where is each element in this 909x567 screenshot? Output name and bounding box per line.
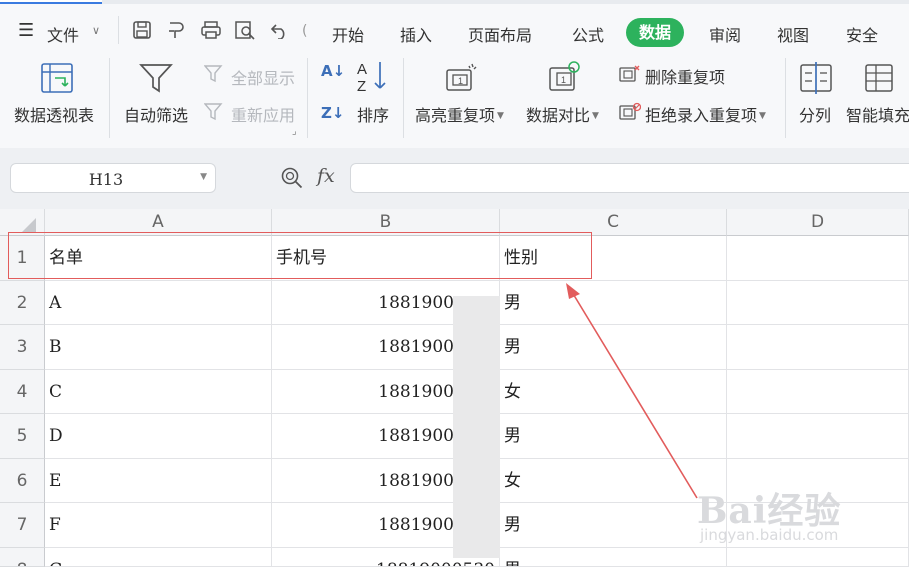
table-cell[interactable] <box>727 236 909 281</box>
ribbon-divider <box>307 58 308 138</box>
name-box-value: H13 <box>88 170 124 189</box>
table-cell[interactable] <box>727 370 909 414</box>
data-compare-icon: 1 <box>549 61 580 91</box>
dialog-launcher-icon[interactable]: ⌟ <box>292 126 297 137</box>
table-cell[interactable]: 男 <box>500 503 727 548</box>
dropdown-caret-icon: ▼ <box>497 111 504 121</box>
print-icon[interactable] <box>200 20 222 40</box>
ribbon-toolbar: 数据透视表 自动筛选 全部显示 重新应用 ⌟ A↓ Z↓ A Z 排序 1 高亮… <box>0 52 909 149</box>
reject-duplicates-label: 拒绝录入重复项 <box>645 106 758 125</box>
table-cell[interactable] <box>727 548 909 567</box>
data-compare-label: 数据对比 <box>526 106 591 125</box>
reject-duplicates-button[interactable]: 拒绝录入重复项 ▼ <box>645 102 766 126</box>
redo-icon[interactable]: ( <box>302 23 307 39</box>
tab-security[interactable]: 安全 <box>846 22 878 46</box>
svg-text:Z: Z <box>357 78 366 94</box>
row-header[interactable]: 8 <box>0 548 45 567</box>
table-cell[interactable] <box>727 414 909 459</box>
ribbon-divider <box>403 58 404 138</box>
menu-file[interactable]: 文件 <box>47 22 79 46</box>
data-compare-button[interactable]: 数据对比 ▼ <box>526 102 599 126</box>
hamburger-icon[interactable]: ☰ <box>18 20 34 41</box>
smart-fill-button[interactable]: 智能填充 <box>846 102 909 126</box>
svg-text:1: 1 <box>561 75 566 85</box>
name-box[interactable]: H13 ▼ <box>10 163 216 193</box>
dropdown-caret-icon: ▼ <box>592 111 599 121</box>
undo-icon[interactable] <box>270 21 290 39</box>
annotation-arrow-icon <box>566 283 698 499</box>
auto-filter-button[interactable]: 自动筛选 <box>124 102 188 126</box>
print-preview-icon[interactable] <box>234 20 256 40</box>
pivot-table-button[interactable]: 数据透视表 <box>14 102 94 126</box>
tab-review[interactable]: 审阅 <box>709 22 741 46</box>
table-cell[interactable] <box>727 281 909 325</box>
reapply-button[interactable]: 重新应用 <box>231 102 295 126</box>
row-header[interactable]: 4 <box>0 370 45 414</box>
tab-page-layout[interactable]: 页面布局 <box>468 22 532 46</box>
tab-view[interactable]: 视图 <box>777 22 809 46</box>
chevron-down-icon[interactable]: ∨ <box>92 24 100 37</box>
show-all-button[interactable]: 全部显示 <box>231 65 295 89</box>
highlight-duplicates-button[interactable]: 高亮重复项 ▼ <box>415 102 504 126</box>
dropdown-caret-icon: ▼ <box>759 111 766 121</box>
smart-fill-icon <box>865 64 893 92</box>
table-cell[interactable]: F <box>45 503 272 548</box>
chevron-down-icon[interactable]: ▼ <box>200 172 207 182</box>
formula-input[interactable] <box>350 163 909 193</box>
highlight-duplicates-label: 高亮重复项 <box>415 106 496 125</box>
zoom-function-icon[interactable] <box>280 166 304 190</box>
row-header[interactable]: 3 <box>0 325 45 370</box>
sort-button[interactable]: 排序 <box>357 102 389 126</box>
row-header[interactable]: 6 <box>0 459 45 503</box>
column-header-d[interactable]: D <box>727 209 909 236</box>
tab-insert[interactable]: 插入 <box>400 22 432 46</box>
pivot-table-icon <box>41 63 73 93</box>
show-all-icon <box>204 65 223 83</box>
svg-text:1: 1 <box>458 76 463 86</box>
select-all-triangle-icon <box>22 218 36 232</box>
save-icon[interactable] <box>132 20 152 40</box>
remove-duplicates-icon <box>619 65 640 82</box>
insert-function-fx-icon[interactable]: fx <box>317 165 335 187</box>
filter-icon <box>139 64 173 93</box>
privacy-blur-mask <box>453 296 500 558</box>
ribbon-divider <box>785 58 786 138</box>
row-header[interactable]: 5 <box>0 414 45 459</box>
tab-home[interactable]: 开始 <box>332 22 364 46</box>
sort-descending-icon[interactable]: Z↓ <box>321 104 344 122</box>
row-header[interactable]: 7 <box>0 503 45 548</box>
menu-divider <box>118 16 119 44</box>
tab-formulas[interactable]: 公式 <box>572 22 604 46</box>
tab-data[interactable]: 数据 <box>626 18 684 47</box>
table-cell[interactable]: 男 <box>500 548 727 567</box>
format-painter-icon[interactable] <box>166 20 188 40</box>
sort-ascending-icon[interactable]: A↓ <box>321 62 345 80</box>
watermark-url: jingyan.baidu.com <box>700 526 839 544</box>
table-cell[interactable]: C <box>45 370 272 414</box>
split-columns-button[interactable]: 分列 <box>799 102 831 126</box>
reapply-filter-icon <box>204 103 223 121</box>
ribbon-divider <box>109 58 110 138</box>
row-header[interactable]: 2 <box>0 281 45 325</box>
menu-bar: ☰ 文件 ∨ ( 开始 插入 页面布局 公式 数据 审阅 视图 安全 <box>0 4 909 52</box>
table-cell[interactable]: B <box>45 325 272 370</box>
highlight-box <box>8 232 592 279</box>
reject-duplicates-icon <box>619 102 641 120</box>
svg-text:A: A <box>357 61 367 78</box>
split-columns-icon <box>800 62 832 94</box>
table-cell[interactable] <box>727 325 909 370</box>
table-cell[interactable]: A <box>45 281 272 325</box>
table-cell[interactable]: E <box>45 459 272 503</box>
sort-icon: A Z <box>357 61 386 94</box>
remove-duplicates-button[interactable]: 删除重复项 <box>645 64 725 88</box>
table-cell[interactable]: G <box>45 548 272 567</box>
highlight-duplicates-icon: 1 <box>446 63 477 91</box>
table-cell[interactable]: D <box>45 414 272 459</box>
